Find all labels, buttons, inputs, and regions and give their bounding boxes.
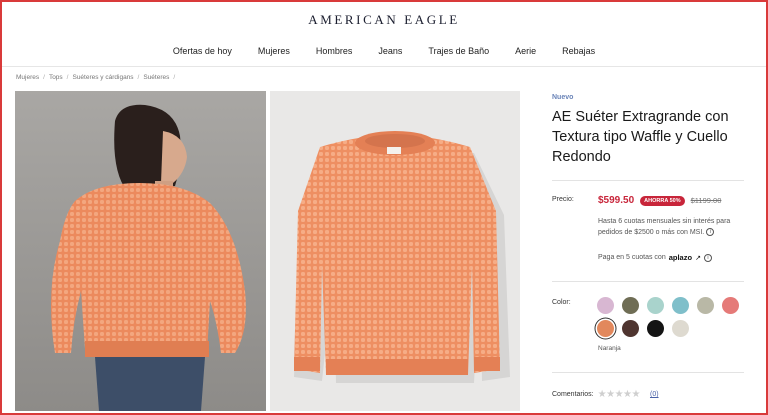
model-back-illustration bbox=[15, 91, 266, 411]
nav-item-aerie[interactable]: Aerie bbox=[502, 46, 549, 56]
info-icon[interactable]: i bbox=[703, 253, 712, 262]
breadcrumb-item[interactable]: Suéteres bbox=[143, 74, 169, 81]
color-swatch-black[interactable] bbox=[647, 320, 664, 337]
aplazo-logo: aplazo bbox=[668, 253, 693, 262]
star-icon: ★ bbox=[631, 389, 641, 400]
original-price: $1199.00 bbox=[690, 196, 722, 205]
color-swatch-mint[interactable] bbox=[647, 297, 664, 314]
divider bbox=[552, 180, 744, 181]
nav-item-ofertas[interactable]: Ofertas de hoy bbox=[160, 46, 245, 56]
color-swatch-teal[interactable] bbox=[672, 297, 689, 314]
star-icon: ★ bbox=[606, 389, 615, 400]
breadcrumb-separator: / bbox=[66, 74, 69, 81]
breadcrumb-separator: / bbox=[43, 74, 45, 81]
review-count-link[interactable]: (0) bbox=[650, 391, 659, 398]
breadcrumb: Mujeres / Tops / Suéteres y cárdigans / … bbox=[16, 74, 175, 81]
color-swatch-orange[interactable] bbox=[597, 320, 614, 337]
star-icon: ★ bbox=[623, 389, 632, 400]
product-photo-model[interactable] bbox=[15, 91, 266, 411]
star-icon: ★ bbox=[597, 389, 607, 400]
nav-divider bbox=[0, 66, 768, 67]
aplazo-text: Paga en 5 cuotas con bbox=[598, 254, 666, 261]
nav-item-hombres[interactable]: Hombres bbox=[303, 46, 366, 56]
price-row: $599.50 AHORRA 50% $1199.00 bbox=[598, 195, 721, 206]
selected-color-name: Naranja bbox=[598, 345, 621, 352]
color-label: Color: bbox=[552, 299, 571, 306]
msi-info: Hasta 6 cuotas mensuales sin interés par… bbox=[598, 216, 738, 238]
reviews-row: Comentarios: ★★★★★ (0) bbox=[552, 389, 659, 400]
breadcrumb-item[interactable]: Tops bbox=[49, 74, 63, 81]
color-swatch-cream[interactable] bbox=[672, 320, 689, 337]
sale-price: $599.50 bbox=[598, 195, 635, 206]
aplazo-info: Paga en 5 cuotas con aplazo ↗ i bbox=[598, 253, 712, 262]
nav-item-mujeres[interactable]: Mujeres bbox=[245, 46, 303, 56]
price-label: Precio: bbox=[552, 196, 574, 203]
divider bbox=[552, 281, 744, 282]
breadcrumb-separator: / bbox=[137, 74, 140, 81]
nav-item-jeans[interactable]: Jeans bbox=[365, 46, 415, 56]
msi-line-1: Hasta 6 cuotas mensuales sin interés par… bbox=[598, 218, 731, 225]
breadcrumb-item[interactable]: Mujeres bbox=[16, 74, 39, 81]
msi-line-2: pedidos de $2500 o más con MSI. bbox=[598, 229, 705, 236]
aplazo-arrow-icon: ↗ bbox=[695, 254, 701, 262]
sweater-flatlay-illustration bbox=[270, 91, 520, 411]
main-nav: Ofertas de hoy Mujeres Hombres Jeans Tra… bbox=[0, 46, 768, 56]
color-swatch-lavender[interactable] bbox=[597, 297, 614, 314]
nav-item-trajes-de-bano[interactable]: Trajes de Baño bbox=[415, 46, 502, 56]
product-title: AE Suéter Extragrande con Textura tipo W… bbox=[552, 109, 729, 165]
reviews-label: Comentarios: bbox=[552, 391, 594, 398]
color-swatch-brown[interactable] bbox=[622, 320, 639, 337]
nav-item-rebajas[interactable]: Rebajas bbox=[549, 46, 608, 56]
discount-badge: AHORRA 50% bbox=[640, 195, 685, 206]
breadcrumb-separator: / bbox=[173, 74, 176, 81]
divider bbox=[552, 372, 744, 373]
rating-stars: ★★★★★ bbox=[597, 389, 641, 400]
info-icon[interactable]: i bbox=[706, 228, 715, 237]
product-photo-flatlay[interactable] bbox=[270, 91, 520, 411]
color-swatch-sage[interactable] bbox=[697, 297, 714, 314]
breadcrumb-item[interactable]: Suéteres y cárdigans bbox=[72, 74, 133, 81]
brand-logo[interactable]: AMERICAN EAGLE bbox=[0, 12, 768, 28]
star-icon: ★ bbox=[614, 389, 624, 400]
new-badge: Nuevo bbox=[552, 94, 574, 101]
color-swatch-olive[interactable] bbox=[622, 297, 639, 314]
product-info: Nuevo AE Suéter Extragrande con Textura … bbox=[552, 94, 752, 167]
color-swatches bbox=[597, 297, 739, 337]
color-swatch-coral[interactable] bbox=[722, 297, 739, 314]
